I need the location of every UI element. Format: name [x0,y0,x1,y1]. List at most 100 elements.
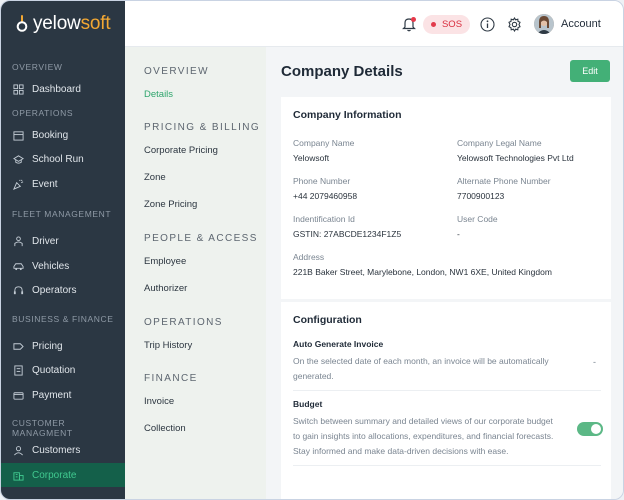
sidebar-item-payment[interactable]: Payment [1,383,125,407]
auto-invoice-value[interactable]: - [593,357,596,367]
edit-button[interactable]: Edit [570,60,610,82]
field-label: Company Legal Name [457,138,542,148]
company-information-card: Company Information Company Name Yelowso… [281,97,611,299]
sos-button[interactable]: SOS [423,15,470,34]
subnav-item-invoice[interactable]: Invoice [144,396,174,407]
sidebar-item-pricing[interactable]: Pricing [1,334,125,358]
subnav-section-operations: OPERATIONS [144,317,223,328]
sidebar-item-vehicles[interactable]: Vehicles [1,254,125,278]
sidebar-item-customers[interactable]: Customers [1,438,125,462]
field-label: Indentification Id [293,214,355,224]
sidebar-item-event[interactable]: Event [1,172,125,196]
field-label: Phone Number [293,176,351,186]
document-icon [13,364,24,376]
budget-title: Budget [293,399,323,409]
subnav-item-authorizer[interactable]: Authorizer [144,283,187,294]
sidebar-item-label: Quotation [32,364,76,376]
wallet-icon [13,390,24,401]
sidebar-item-dashboard[interactable]: Dashboard [1,77,125,101]
topbar: SOS Account [125,1,623,47]
sidebar-item-label: Corporate [32,469,77,481]
account-label[interactable]: Account [561,18,601,30]
sidebar-item-label: Vehicles [32,260,70,272]
sidebar-item-label: Operators [32,284,77,296]
subnav-item-zone-pricing[interactable]: Zone Pricing [144,199,197,210]
subnav: OVERVIEW Details PRICING & BILLING Corpo… [125,47,266,499]
sidebar-item-label: Pricing [32,340,63,352]
subnav-item-collection[interactable]: Collection [144,423,186,434]
field-value: 7700900123 [457,191,505,201]
field-value: GSTIN: 27ABCDE1234F1Z5 [293,229,402,239]
subnav-item-details[interactable]: Details [144,89,173,100]
sos-dot-icon [430,22,436,27]
avatar[interactable] [534,14,554,34]
app-window: yelowsoft OVERVIEW Dashboard OPERATIONS … [0,0,624,500]
sidebar-item-school-run[interactable]: School Run [1,147,125,171]
car-icon [13,261,24,272]
sidebar-item-label: Event [32,178,58,190]
sidebar-section-business: BUSINESS & FINANCE [12,314,114,324]
subnav-section-finance: FINANCE [144,373,198,384]
toggle-knob [591,424,601,434]
subnav-section-people: PEOPLE & ACCESS [144,233,258,244]
sidebar-item-label: Customers [32,444,81,456]
sidebar: yelowsoft OVERVIEW Dashboard OPERATIONS … [1,1,125,499]
card-title: Configuration [293,314,362,326]
sidebar-item-label: Driver [32,235,59,247]
info-icon[interactable] [480,17,495,32]
sidebar-item-corporate[interactable]: Corporate [1,463,125,487]
field-label: User Code [457,214,498,224]
sidebar-item-label: Payment [32,389,72,401]
card-title: Company Information [293,109,402,121]
configuration-card: Configuration Auto Generate Invoice On t… [281,302,611,499]
subnav-section-overview: OVERVIEW [144,66,209,77]
field-label: Company Name [293,138,355,148]
field-label: Alternate Phone Number [457,176,551,186]
budget-desc: Switch between summary and detailed view… [293,416,554,456]
sidebar-item-booking[interactable]: Booking [1,123,125,147]
headset-icon [13,285,24,296]
sidebar-item-label: School Run [32,153,84,165]
booking-icon [13,130,24,141]
sidebar-section-fleet: FLEET MANAGEMENT [12,209,112,219]
sidebar-section-overview: OVERVIEW [12,62,63,72]
building-icon [13,470,24,481]
logo-icon [16,15,28,32]
field-label: Address [293,252,325,262]
sos-label: SOS [441,19,463,30]
user-icon [13,445,24,456]
sidebar-item-label: Booking [32,129,69,141]
sidebar-item-label: Dashboard [32,83,81,95]
budget-toggle[interactable] [577,422,603,436]
auto-invoice-title: Auto Generate Invoice [293,339,384,349]
field-value: 221B Baker Street, Marylebone, London, N… [293,267,552,277]
subnav-item-employee[interactable]: Employee [144,256,186,267]
notification-dot [411,17,416,22]
field-value: Yelowsoft Technologies Pvt Ltd [457,153,574,163]
tag-icon [13,341,24,352]
sidebar-item-quotation[interactable]: Quotation [1,358,125,382]
field-value: Yelowsoft [293,153,330,163]
dashboard-icon [13,83,24,95]
event-icon [13,179,24,190]
subnav-item-corporate-pricing[interactable]: Corporate Pricing [144,145,218,156]
main-content: Company Details Edit Company Information… [266,47,623,499]
brand-name: yelowsoft [33,13,111,34]
brand-logo[interactable]: yelowsoft [1,1,125,47]
subnav-section-pricing: PRICING & BILLING [144,122,261,133]
sidebar-section-operations: OPERATIONS [12,108,74,118]
driver-icon [13,235,24,247]
sidebar-item-driver[interactable]: Driver [1,229,125,253]
field-value: - [457,229,460,239]
avatar-image [534,14,554,34]
divider [293,465,601,466]
subnav-item-trip-history[interactable]: Trip History [144,340,192,351]
sidebar-section-customer: CUSTOMER MANAGMENT [12,418,73,438]
field-value: +44 2079460958 [293,191,358,201]
sidebar-item-operators[interactable]: Operators [1,278,125,302]
gear-icon[interactable] [507,17,522,32]
auto-invoice-desc: On the selected date of each month, an i… [293,356,549,381]
page-title: Company Details [281,63,403,80]
school-icon [13,154,24,165]
subnav-item-zone[interactable]: Zone [144,172,166,183]
